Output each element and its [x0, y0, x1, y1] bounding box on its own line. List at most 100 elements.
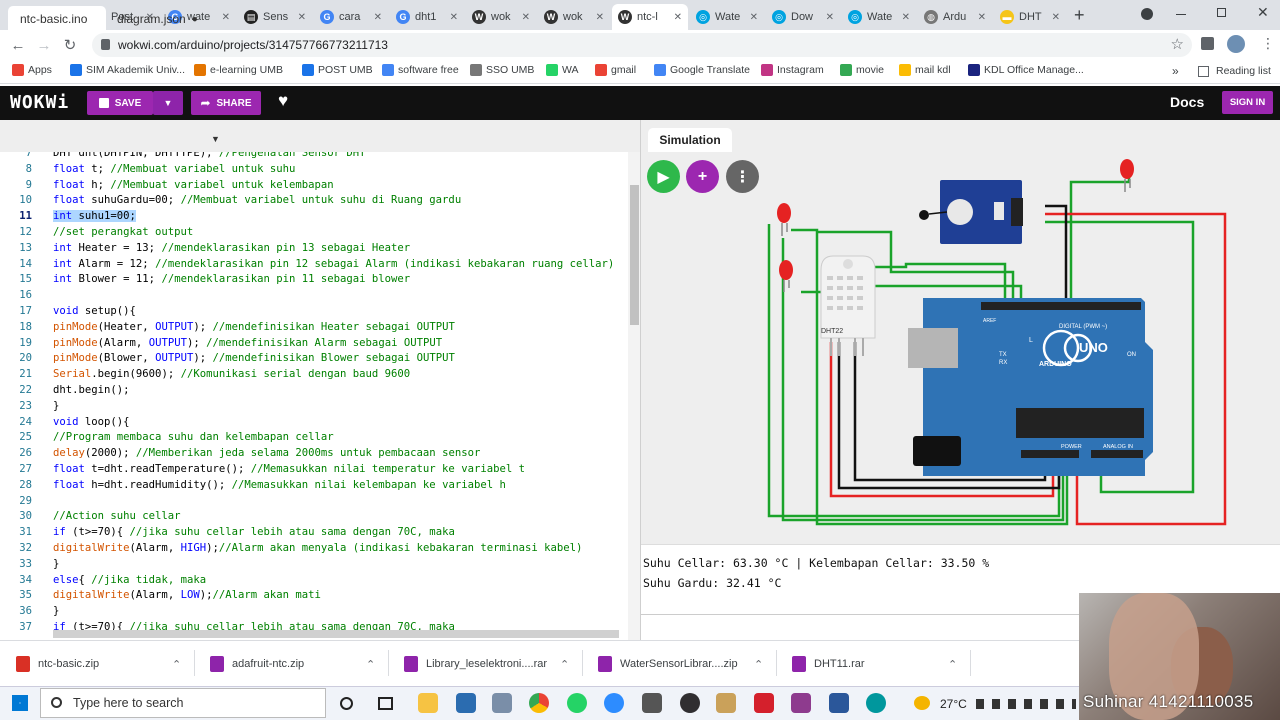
save-dropdown-button[interactable]: ▼: [153, 91, 183, 115]
close-tab-icon[interactable]: ✕: [902, 12, 910, 23]
bookmark-item[interactable]: e-learning UMB: [194, 64, 283, 76]
close-window-icon[interactable]: ✕: [1257, 4, 1269, 21]
reading-list-icon[interactable]: [1198, 66, 1209, 77]
browser-tab[interactable]: Gcara ✕: [314, 4, 388, 30]
code-line[interactable]: 36}: [0, 603, 628, 619]
close-tab-icon[interactable]: ✕: [298, 12, 306, 23]
code-line[interactable]: 10 float suhuGardu=00; //Membuat variabel…: [0, 192, 628, 208]
bookmark-item[interactable]: Instagram: [761, 64, 824, 76]
code-line[interactable]: 13 int Heater = 13; //mendeklarasikan pin…: [0, 240, 628, 256]
browser-tab[interactable]: Wwok ✕: [538, 4, 610, 30]
chevron-up-icon[interactable]: ⌃: [948, 658, 957, 671]
more-bookmarks[interactable]: »: [1172, 64, 1179, 78]
close-tab-icon[interactable]: ✕: [222, 12, 230, 23]
save-button[interactable]: SAVE: [87, 91, 153, 115]
bookmark-item[interactable]: movie: [840, 64, 884, 76]
download-item[interactable]: ntc-basic.zip: [16, 656, 99, 672]
code-line[interactable]: 28 float h=dht.readHumidity(); //Memasukk…: [0, 477, 628, 493]
code-line[interactable]: 20 pinMode(Blower, OUTPUT); //mendefinisi…: [0, 350, 628, 366]
browser-tab[interactable]: Wntc-l ✕: [612, 4, 688, 30]
tab-simulation[interactable]: Simulation: [648, 128, 732, 152]
chevron-up-icon[interactable]: ⌃: [560, 658, 569, 671]
code-line[interactable]: 21 Serial.begin(9600); //Komunikasi seria…: [0, 366, 628, 382]
winrar-icon[interactable]: [791, 693, 811, 713]
code-line[interactable]: 22 dht.begin();: [0, 382, 628, 398]
zoom-icon[interactable]: [604, 693, 624, 713]
code-editor[interactable]: 7 DHT dht(DHTPIN, DHTTYPE); //Pengenalan …: [0, 152, 628, 640]
close-tab-icon[interactable]: ✕: [596, 12, 604, 23]
close-tab-icon[interactable]: ✕: [826, 12, 834, 23]
browser-menu-icon[interactable]: ⋮: [1261, 35, 1275, 52]
code-line[interactable]: 24 void loop(){: [0, 414, 628, 430]
tab-search-icon[interactable]: [1141, 8, 1153, 20]
arduino-ide-icon[interactable]: [866, 693, 886, 713]
close-tab-icon[interactable]: ✕: [674, 12, 682, 23]
code-line[interactable]: 17 void setup(){: [0, 303, 628, 319]
acrobat-icon[interactable]: [754, 693, 774, 713]
code-line[interactable]: 9 float h; //Membuat variabel untuk kelem…: [0, 177, 628, 193]
simulation-canvas[interactable]: DHT22 UNO ARDUINO DIGITAL (PWM ~) POWER …: [641, 152, 1280, 544]
chevron-up-icon[interactable]: ⌃: [754, 658, 763, 671]
code-line[interactable]: 7 DHT dht(DHTPIN, DHTTYPE); //Pengenalan …: [0, 152, 628, 161]
close-tab-icon[interactable]: ✕: [522, 12, 530, 23]
browser-tab[interactable]: ◎ Wate ✕: [690, 4, 764, 30]
heart-icon[interactable]: ♥: [278, 91, 288, 111]
tray-icons[interactable]: [976, 699, 1076, 709]
whatsapp-icon[interactable]: [567, 693, 587, 713]
close-tab-icon[interactable]: ✕: [750, 12, 758, 23]
new-tab-button[interactable]: +: [1074, 5, 1085, 26]
code-line[interactable]: 19 pinMode(Alarm, OUTPUT); //mendefinisik…: [0, 335, 628, 351]
bookmark-item[interactable]: WA: [546, 64, 579, 76]
code-line[interactable]: 27 float t=dht.readTemperature(); //Memas…: [0, 461, 628, 477]
code-line[interactable]: 32 digitalWrite(Alarm, HIGH);//Alarm akan…: [0, 540, 628, 556]
minimize-icon[interactable]: [1176, 14, 1186, 15]
start-simulation-button[interactable]: ▶: [647, 160, 680, 193]
code-line[interactable]: 31 if (t>=70){ //jika suhu cellar lebih a…: [0, 524, 628, 540]
browser-tab[interactable]: ◎ Wate ✕: [842, 4, 916, 30]
tabs-menu-chevron-icon[interactable]: ▼: [211, 134, 220, 144]
editor-scrollbar-thumb[interactable]: [630, 185, 639, 325]
calculator-icon[interactable]: [642, 693, 662, 713]
code-line[interactable]: 14 int Alarm = 12; //mendeklarasikan pin …: [0, 256, 628, 272]
browser-tab[interactable]: ▬ DHT ✕: [994, 4, 1066, 30]
bookmark-item[interactable]: POST UMB: [302, 64, 373, 76]
download-item[interactable]: adafruit-ntc.zip: [210, 656, 304, 672]
code-line[interactable]: 12 //set perangkat output: [0, 224, 628, 240]
code-line[interactable]: 15 int Blower = 11; //mendeklarasikan pin…: [0, 271, 628, 287]
browser-tab[interactable]: ▤ Sens ✕: [238, 4, 312, 30]
code-line[interactable]: 35 digitalWrite(Alarm, LOW);//Alarm akan …: [0, 587, 628, 603]
share-button[interactable]: ➦ SHARE: [191, 91, 261, 115]
browser-tab[interactable]: ◍ Ardu ✕: [918, 4, 992, 30]
code-line[interactable]: 29: [0, 493, 628, 509]
code-line[interactable]: 18 pinMode(Heater, OUTPUT); //mendefinisi…: [0, 319, 628, 335]
maximize-icon[interactable]: [1217, 8, 1226, 17]
bookmark-item[interactable]: KDL Office Manage...: [968, 64, 1084, 76]
word-icon[interactable]: [829, 693, 849, 713]
task-view-icon[interactable]: [378, 697, 393, 710]
close-tab-icon[interactable]: ✕: [978, 12, 986, 23]
back-icon[interactable]: ←: [5, 32, 31, 58]
profile-avatar[interactable]: [1227, 35, 1245, 53]
taskbar-app-icon[interactable]: [492, 693, 512, 713]
close-tab-icon[interactable]: ✕: [374, 12, 382, 23]
bookmark-item[interactable]: SSO UMB: [470, 64, 534, 76]
close-tab-icon[interactable]: ✕: [450, 12, 458, 23]
file-explorer-icon[interactable]: [418, 693, 438, 713]
code-line[interactable]: 30 //Action suhu cellar: [0, 508, 628, 524]
windows-start-icon[interactable]: [12, 695, 28, 711]
download-item[interactable]: DHT11.rar: [792, 656, 865, 672]
code-line[interactable]: 11 int suhu1=00;: [0, 208, 628, 224]
add-part-button[interactable]: +: [686, 160, 719, 193]
docs-link[interactable]: Docs: [1170, 94, 1204, 110]
bookmark-item[interactable]: Google Translate: [654, 64, 750, 76]
code-line[interactable]: 34 else{ //jika tidak, maka: [0, 572, 628, 588]
download-item[interactable]: WaterSensorLibrar....zip: [598, 656, 738, 672]
address-bar[interactable]: wokwi.com/arduino/projects/3147577667732…: [92, 33, 1192, 57]
bookmark-star-icon[interactable]: ☆: [1171, 35, 1184, 53]
code-line[interactable]: 23}: [0, 398, 628, 414]
reload-icon[interactable]: ↻: [57, 32, 83, 58]
bookmark-item[interactable]: gmail: [595, 64, 636, 76]
forward-icon[interactable]: →: [31, 32, 57, 58]
taskbar-app-icon[interactable]: [716, 693, 736, 713]
code-line[interactable]: 8 float t; //Membuat variabel untuk suhu: [0, 161, 628, 177]
